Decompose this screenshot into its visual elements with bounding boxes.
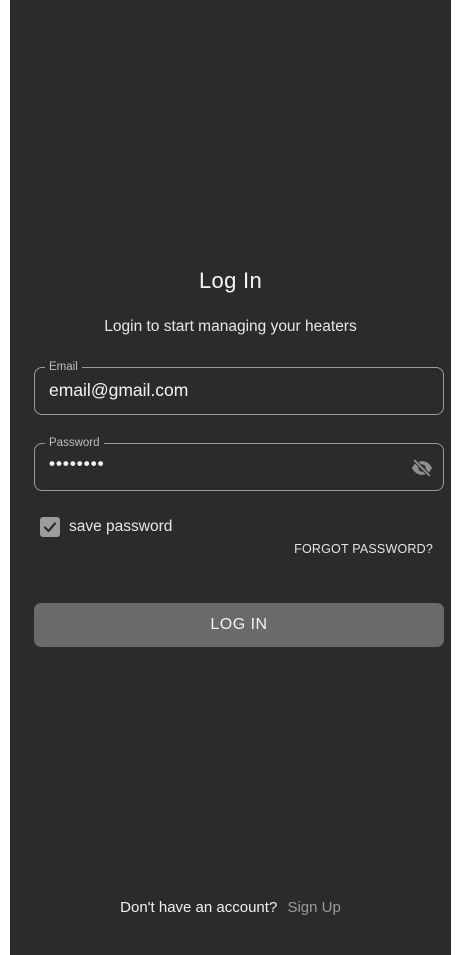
eye-off-icon[interactable] <box>411 457 433 479</box>
save-password-row[interactable]: save password <box>40 517 172 537</box>
signup-row: Don't have an account? Sign Up <box>10 899 451 916</box>
email-field[interactable]: Email email@gmail.com <box>34 360 444 415</box>
forgot-password-link[interactable]: FORGOT PASSWORD? <box>294 542 433 556</box>
email-field-label: Email <box>45 360 82 374</box>
page-subtitle: Login to start managing your heaters <box>104 318 357 335</box>
login-button[interactable]: LOG IN <box>34 603 444 647</box>
save-password-label: save password <box>69 518 173 535</box>
password-input[interactable]: •••••••• <box>49 454 105 474</box>
login-button-label: LOG IN <box>210 616 268 633</box>
email-input[interactable]: email@gmail.com <box>49 380 188 401</box>
login-screen: Log In Login to start managing your heat… <box>10 0 451 955</box>
password-field[interactable]: Password •••••••• <box>34 436 444 491</box>
page-title: Log In <box>199 268 262 293</box>
password-field-label: Password <box>45 436 104 450</box>
signup-prompt: Don't have an account? <box>120 899 278 916</box>
signup-link[interactable]: Sign Up <box>287 899 340 916</box>
check-icon <box>43 522 57 533</box>
save-password-checkbox[interactable] <box>40 517 60 537</box>
